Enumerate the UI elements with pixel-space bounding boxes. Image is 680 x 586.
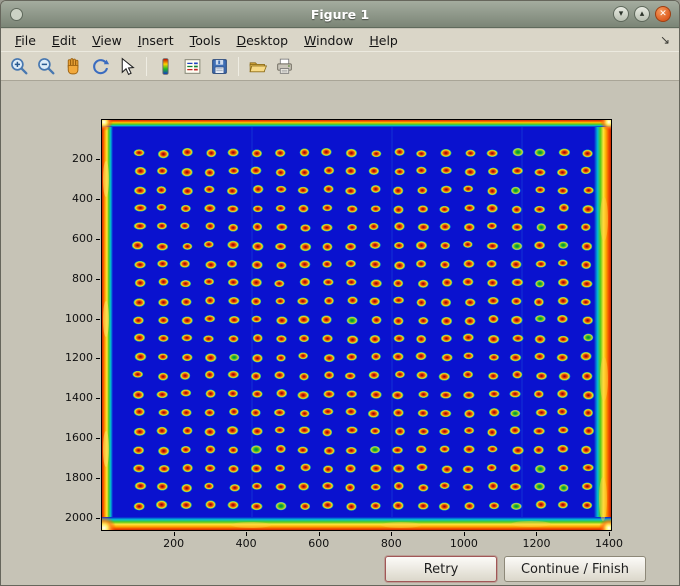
x-tick-label: 400 xyxy=(235,537,257,550)
y-tick-mark xyxy=(96,438,100,440)
x-tick-label: 200 xyxy=(163,537,185,550)
x-tick-mark xyxy=(536,532,538,536)
menu-items: File Edit View Insert Tools Desktop Window Help xyxy=(1,30,406,51)
x-tick-label: 1200 xyxy=(522,537,551,550)
y-tick-mark xyxy=(96,318,100,320)
menu-tools[interactable]: Tools xyxy=(182,30,229,51)
menu-edit[interactable]: Edit xyxy=(44,30,84,51)
print-icon[interactable] xyxy=(272,54,297,79)
y-tick-mark xyxy=(96,278,100,280)
y-tick-label: 2000 xyxy=(65,511,93,524)
zoom-in-icon[interactable] xyxy=(7,54,32,79)
x-tick-label: 1000 xyxy=(449,537,478,550)
window-controls: ▾ ▴ ✕ xyxy=(613,6,671,22)
save-icon[interactable] xyxy=(207,54,232,79)
y-tick-mark xyxy=(96,238,100,240)
y-tick-mark xyxy=(96,398,100,400)
dock-figure-icon[interactable]: ↘ xyxy=(660,33,670,47)
y-tick-label: 800 xyxy=(72,271,93,285)
x-tick-label: 1400 xyxy=(595,537,624,550)
x-tick-label: 800 xyxy=(380,537,402,550)
y-tick-label: 400 xyxy=(72,191,93,205)
toolbar xyxy=(1,51,679,81)
open-folder-icon[interactable] xyxy=(245,54,270,79)
close-button[interactable]: ✕ xyxy=(655,6,671,22)
minimize-button[interactable]: ▾ xyxy=(613,6,629,22)
y-tick-label: 1800 xyxy=(65,471,93,485)
x-tick-mark xyxy=(173,532,175,536)
y-tick-mark xyxy=(96,198,100,200)
menu-desktop[interactable]: Desktop xyxy=(228,30,296,51)
rotate-3d-icon[interactable] xyxy=(88,54,113,79)
toolbar-separator xyxy=(238,56,239,76)
x-tick-label: 600 xyxy=(308,537,330,550)
menu-file[interactable]: File xyxy=(7,30,44,51)
y-tick-label: 200 xyxy=(72,151,93,165)
insert-colorbar-icon[interactable] xyxy=(153,54,178,79)
y-tick-label: 1400 xyxy=(65,391,93,405)
retry-button[interactable]: Retry xyxy=(385,556,497,582)
menu-help[interactable]: Help xyxy=(361,30,406,51)
menu-insert[interactable]: Insert xyxy=(130,30,182,51)
zoom-out-icon[interactable] xyxy=(34,54,59,79)
plot-image[interactable] xyxy=(101,119,612,531)
data-cursor-icon[interactable] xyxy=(115,54,140,79)
y-tick-mark xyxy=(96,158,100,160)
x-tick-mark xyxy=(246,532,248,536)
axes xyxy=(101,119,612,531)
toolbar-separator xyxy=(146,56,147,76)
menu-window[interactable]: Window xyxy=(296,30,361,51)
window-title: Figure 1 xyxy=(310,6,370,22)
y-tick-label: 1000 xyxy=(65,311,93,325)
y-tick-label: 1200 xyxy=(65,351,93,365)
menu-bar: File Edit View Insert Tools Desktop Window Help… xyxy=(1,29,679,51)
x-tick-mark xyxy=(463,532,465,536)
x-tick-mark xyxy=(391,532,393,536)
menu-view[interactable]: View xyxy=(84,30,130,51)
maximize-button[interactable]: ▴ xyxy=(634,6,650,22)
figure-window: Figure 1 ▾ ▴ ✕ File Edit View Insert Tools Desk… xyxy=(0,0,680,586)
y-tick-mark xyxy=(96,358,100,360)
y-tick-mark xyxy=(96,518,100,519)
continue-finish-button[interactable]: Continue / Finish xyxy=(504,556,646,582)
x-tick-mark xyxy=(609,532,611,536)
y-tick-mark xyxy=(96,478,100,480)
y-tick-label: 1600 xyxy=(65,431,93,445)
window-menu-icon[interactable] xyxy=(10,7,23,21)
y-tick-label: 600 xyxy=(72,231,93,245)
title-bar[interactable]: Figure 1 ▾ ▴ ✕ xyxy=(1,1,679,28)
x-tick-mark xyxy=(318,532,320,536)
insert-legend-icon[interactable] xyxy=(180,54,205,79)
pan-icon[interactable] xyxy=(61,54,86,79)
